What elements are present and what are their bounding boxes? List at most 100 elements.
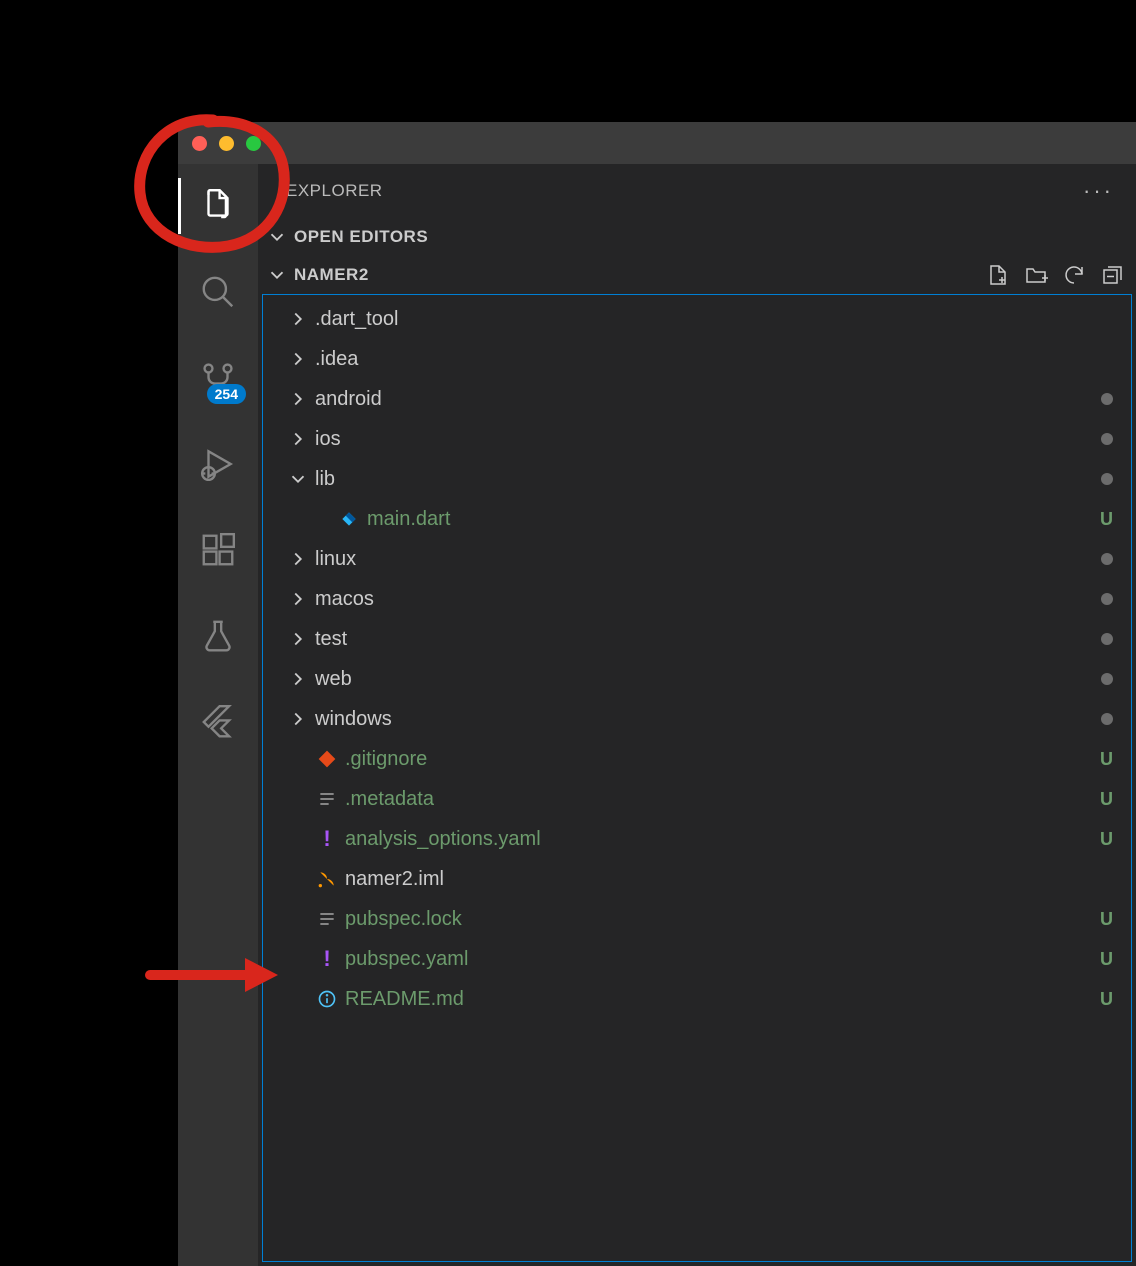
tree-item-label: main.dart	[367, 508, 1094, 531]
git-status-badge: U	[1100, 989, 1113, 1010]
modified-dot-icon	[1101, 673, 1113, 685]
debug-icon	[199, 445, 237, 483]
minimize-window-button[interactable]	[219, 136, 234, 151]
modified-dot-icon	[1101, 633, 1113, 645]
tree-item[interactable]: linux	[263, 539, 1131, 579]
chevron-right-icon	[287, 348, 309, 370]
modified-dot-icon	[1101, 713, 1113, 725]
file-tree: .dart_tool .idea android ios lib main.dart Uli…	[262, 294, 1132, 1262]
git-status-badge: U	[1100, 509, 1113, 530]
chevron-down-icon	[266, 226, 288, 248]
chevron-right-icon	[287, 588, 309, 610]
info-icon	[315, 987, 339, 1011]
tree-item[interactable]: ! analysis_options.yaml U	[263, 819, 1131, 859]
tree-item-label: .metadata	[345, 788, 1094, 811]
chevron-right-icon	[287, 548, 309, 570]
lines-icon	[315, 907, 339, 931]
tree-item[interactable]: ! pubspec.yaml U	[263, 939, 1131, 979]
chevron-down-icon	[266, 264, 288, 286]
activity-explorer[interactable]	[178, 178, 258, 234]
tree-item[interactable]: .metadata U	[263, 779, 1131, 819]
new-folder-icon[interactable]	[1024, 263, 1048, 287]
sidebar-title: EXPLORER	[286, 181, 383, 201]
tree-item[interactable]: lib	[263, 459, 1131, 499]
tree-item-label: namer2.iml	[345, 868, 1113, 891]
yaml-icon: !	[315, 947, 339, 971]
tree-item-label: pubspec.lock	[345, 908, 1094, 931]
tree-item[interactable]: .gitignore U	[263, 739, 1131, 779]
tree-item[interactable]: web	[263, 659, 1131, 699]
tree-item-label: lib	[315, 468, 1095, 491]
chevron-right-icon	[287, 388, 309, 410]
git-status-badge: U	[1100, 829, 1113, 850]
modified-dot-icon	[1101, 433, 1113, 445]
activity-search[interactable]	[178, 264, 258, 320]
more-actions-button[interactable]: ···	[1083, 178, 1114, 204]
git-status-badge: U	[1100, 909, 1113, 930]
refresh-icon[interactable]	[1062, 263, 1086, 287]
titlebar	[178, 122, 1136, 164]
tree-item-label: test	[315, 628, 1095, 651]
tree-item[interactable]: ios	[263, 419, 1131, 459]
open-editors-header[interactable]: OPEN EDITORS	[258, 218, 1136, 256]
tree-item[interactable]: windows	[263, 699, 1131, 739]
flask-icon	[199, 617, 237, 655]
tree-item[interactable]: main.dart U	[263, 499, 1131, 539]
modified-dot-icon	[1101, 553, 1113, 565]
sidebar-header: EXPLORER ···	[258, 164, 1136, 218]
modified-dot-icon	[1101, 593, 1113, 605]
tree-item-label: web	[315, 668, 1095, 691]
modified-dot-icon	[1101, 393, 1113, 405]
tree-item-label: analysis_options.yaml	[345, 828, 1094, 851]
activity-source-control[interactable]: 254	[178, 350, 258, 406]
git-status-badge: U	[1100, 949, 1113, 970]
yaml-icon: !	[315, 827, 339, 851]
maximize-window-button[interactable]	[246, 136, 261, 151]
files-icon	[199, 187, 237, 225]
source-control-badge: 254	[207, 384, 246, 404]
tree-item-label: ios	[315, 428, 1095, 451]
tree-item[interactable]: README.md U	[263, 979, 1131, 1019]
tree-item[interactable]: android	[263, 379, 1131, 419]
tree-item-label: linux	[315, 548, 1095, 571]
tree-item[interactable]: pubspec.lock U	[263, 899, 1131, 939]
folder-name-label: NAMER2	[294, 265, 369, 285]
chevron-right-icon	[287, 308, 309, 330]
tree-item-label: macos	[315, 588, 1095, 611]
vscode-window: 254	[178, 122, 1136, 1266]
collapse-all-icon[interactable]	[1100, 263, 1124, 287]
git-status-badge: U	[1100, 749, 1113, 770]
tree-item-label: windows	[315, 708, 1095, 731]
tree-item[interactable]: namer2.iml	[263, 859, 1131, 899]
git-icon	[315, 747, 339, 771]
chevron-right-icon	[287, 668, 309, 690]
tree-item[interactable]: .idea	[263, 339, 1131, 379]
chevron-right-icon	[287, 708, 309, 730]
folder-header[interactable]: NAMER2	[258, 256, 1136, 294]
tree-item[interactable]: macos	[263, 579, 1131, 619]
activity-flutter[interactable]	[178, 694, 258, 750]
close-window-button[interactable]	[192, 136, 207, 151]
open-editors-label: OPEN EDITORS	[294, 227, 428, 247]
activity-extensions[interactable]	[178, 522, 258, 578]
search-icon	[199, 273, 237, 311]
lines-icon	[315, 787, 339, 811]
tree-item[interactable]: .dart_tool	[263, 299, 1131, 339]
explorer-sidebar: EXPLORER ··· OPEN EDITORS NAMER2	[258, 164, 1136, 1266]
activity-testing[interactable]	[178, 608, 258, 664]
dart-icon	[337, 507, 361, 531]
flutter-icon	[199, 703, 237, 741]
tree-item-label: .idea	[315, 348, 1113, 371]
tree-item-label: README.md	[345, 988, 1094, 1011]
tree-item[interactable]: test	[263, 619, 1131, 659]
extensions-icon	[199, 531, 237, 569]
tree-item-label: pubspec.yaml	[345, 948, 1094, 971]
new-file-icon[interactable]	[986, 263, 1010, 287]
git-status-badge: U	[1100, 789, 1113, 810]
activity-bar: 254	[178, 164, 258, 1266]
tree-item-label: .gitignore	[345, 748, 1094, 771]
tree-item-label: .dart_tool	[315, 308, 1113, 331]
main-area: 254	[178, 164, 1136, 1266]
activity-run-debug[interactable]	[178, 436, 258, 492]
modified-dot-icon	[1101, 473, 1113, 485]
